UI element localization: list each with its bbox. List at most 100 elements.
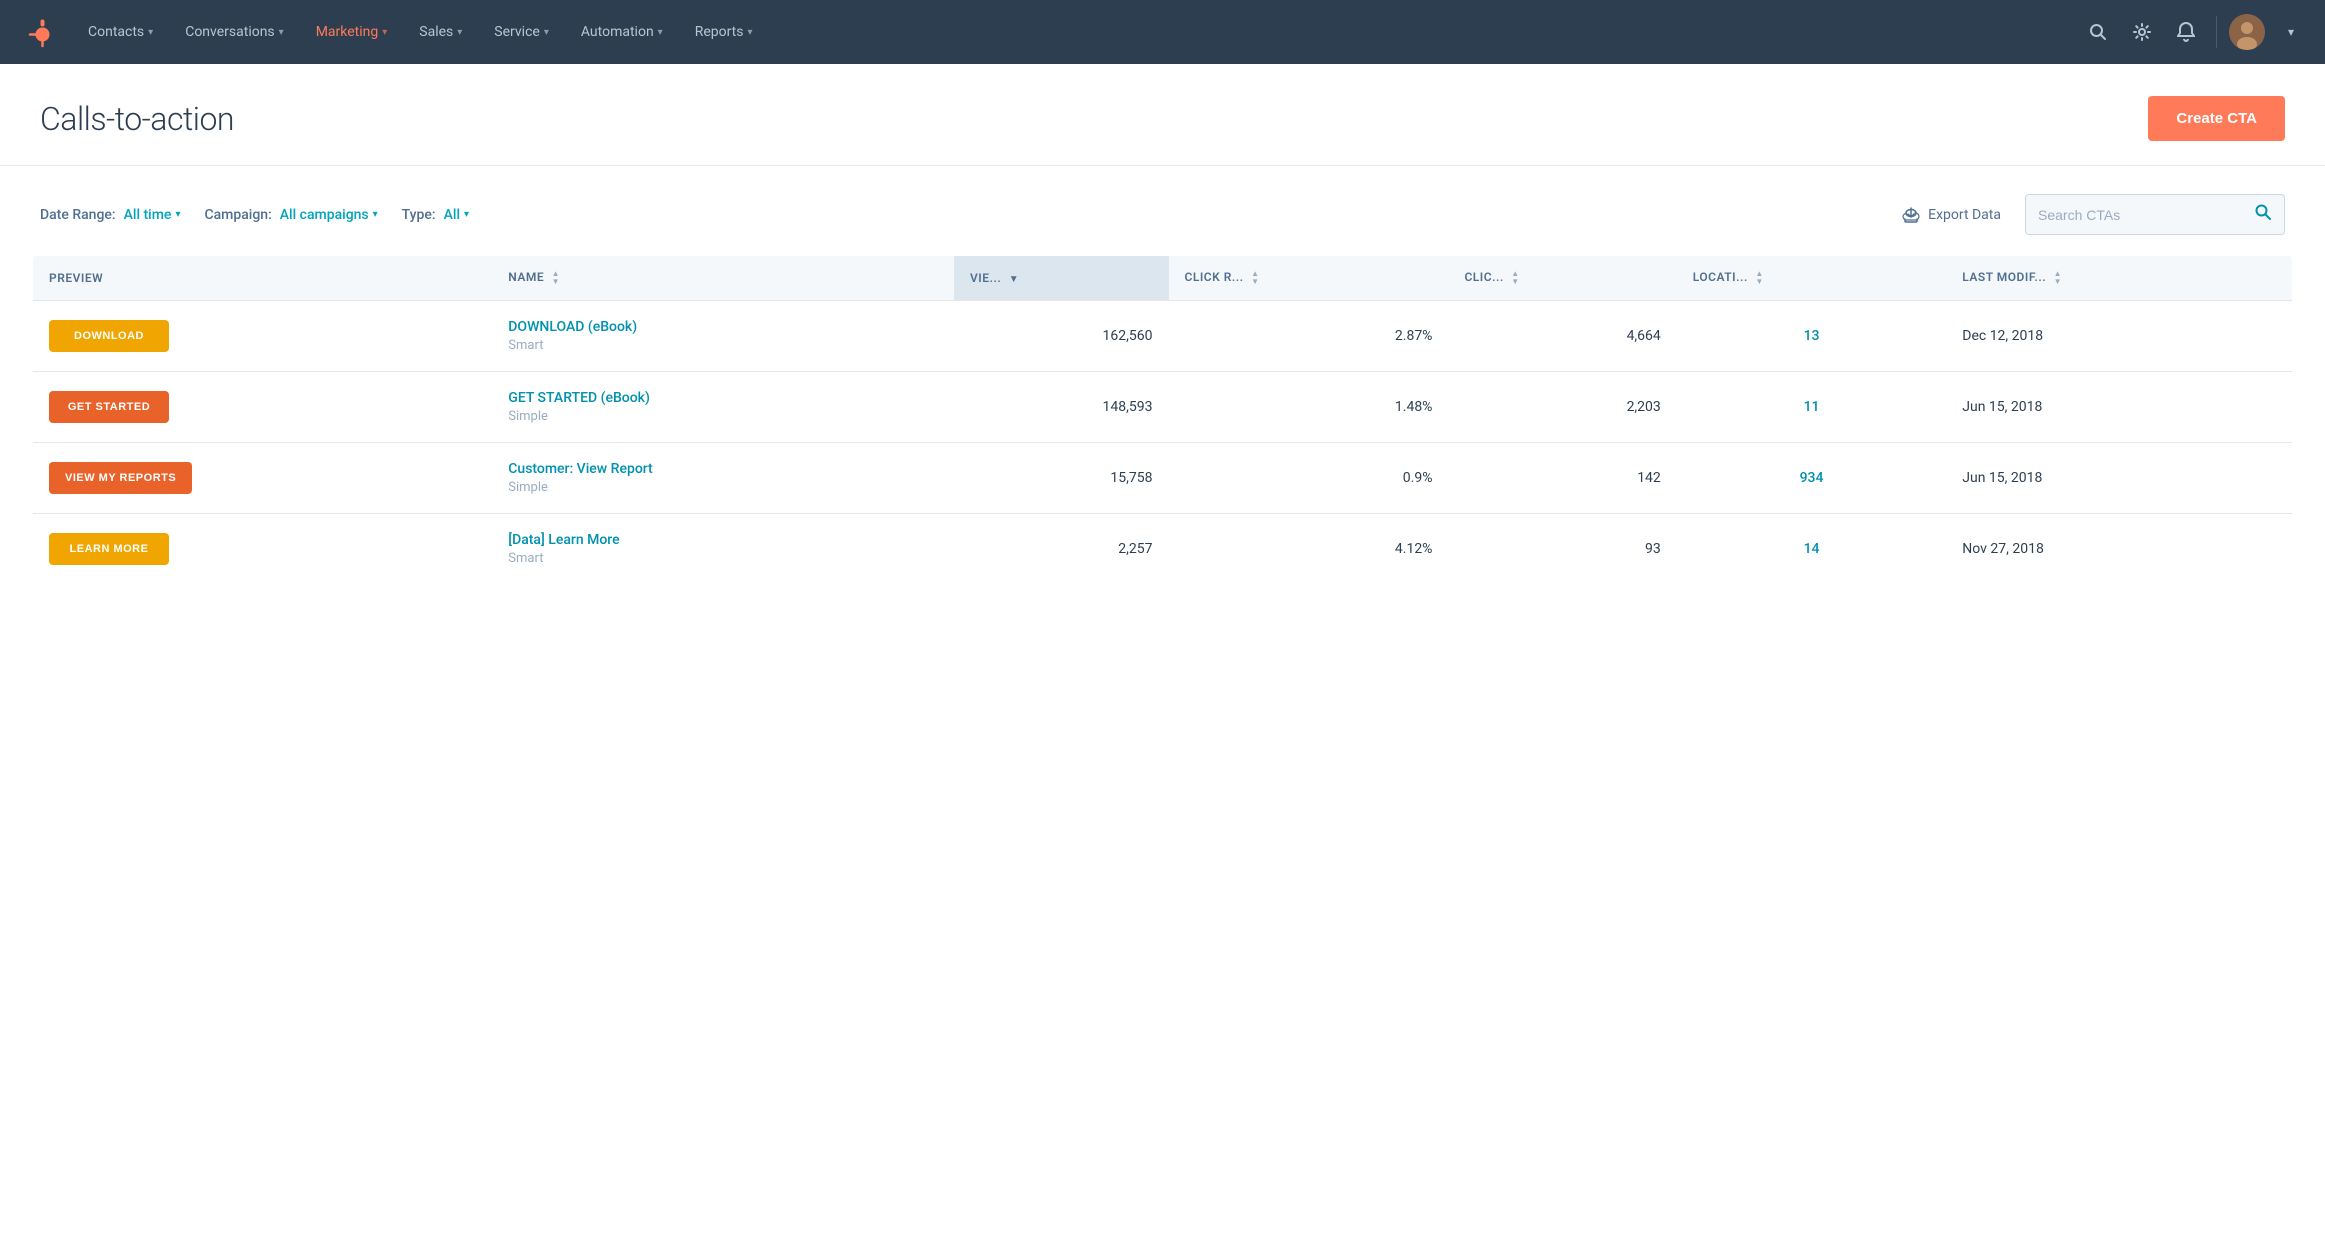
cell-last-modified-2: Jun 15, 2018 — [1946, 443, 2292, 514]
date-range-select[interactable]: All time ▾ — [124, 207, 181, 223]
chevron-down-icon: ▾ — [175, 209, 180, 220]
settings-icon-button[interactable] — [2124, 14, 2160, 50]
cta-name-link-1[interactable]: GET STARTED (eBook) — [508, 390, 938, 406]
cell-preview-2: VIEW MY REPORTS — [33, 443, 493, 514]
location-link-3[interactable]: 14 — [1804, 541, 1820, 557]
cell-locations-2: 934 — [1677, 443, 1946, 514]
cta-type-3: Smart — [508, 551, 543, 566]
cta-name-link-3[interactable]: [Data] Learn More — [508, 532, 938, 548]
chevron-down-icon: ▾ — [382, 27, 387, 38]
cell-name-3: [Data] Learn More Smart — [492, 514, 954, 585]
search-icon[interactable] — [2254, 203, 2272, 226]
cell-last-modified-1: Jun 15, 2018 — [1946, 372, 2292, 443]
chevron-down-icon: ▾ — [658, 27, 663, 38]
navbar: Contacts ▾ Conversations ▾ Marketing ▾ S… — [0, 0, 2325, 64]
cell-views-2: 15,758 — [954, 443, 1168, 514]
table-row: GET STARTED GET STARTED (eBook) Simple 1… — [33, 372, 2293, 443]
cell-click-rate-0: 2.87% — [1169, 301, 1449, 372]
campaign-filter: Campaign: All campaigns ▾ — [204, 207, 377, 223]
cta-name-link-0[interactable]: DOWNLOAD (eBook) — [508, 319, 938, 335]
chevron-down-icon: ▾ — [279, 27, 284, 38]
campaign-select[interactable]: All campaigns ▾ — [280, 207, 378, 223]
sort-icons-locations: ▲▼ — [1755, 270, 1763, 286]
table-container: PREVIEW NAME ▲▼ VIE... ▼ CLICK R... — [0, 255, 2325, 617]
location-link-2[interactable]: 934 — [1800, 470, 1824, 486]
preview-button-2[interactable]: VIEW MY REPORTS — [49, 462, 192, 494]
nav-item-conversations[interactable]: Conversations ▾ — [169, 0, 300, 64]
chevron-down-icon: ▾ — [373, 209, 378, 220]
col-header-last-modified[interactable]: LAST MODIF... ▲▼ — [1946, 256, 2292, 301]
user-avatar[interactable] — [2229, 14, 2265, 50]
sort-icons-name: ▲▼ — [552, 270, 560, 286]
filters-row: Date Range: All time ▾ Campaign: All cam… — [0, 166, 2325, 255]
type-select[interactable]: All ▾ — [444, 207, 469, 223]
page-header: Calls-to-action Create CTA — [0, 64, 2325, 166]
cell-clicks-1: 2,203 — [1448, 372, 1676, 443]
cell-preview-0: DOWNLOAD — [33, 301, 493, 372]
cell-name-0: DOWNLOAD (eBook) Smart — [492, 301, 954, 372]
preview-button-0[interactable]: DOWNLOAD — [49, 320, 169, 352]
search-icon-button[interactable] — [2080, 14, 2116, 50]
hubspot-logo[interactable] — [16, 16, 64, 48]
date-range-label: Date Range: — [40, 207, 116, 223]
col-header-views[interactable]: VIE... ▼ — [954, 256, 1168, 301]
preview-button-3[interactable]: LEARN MORE — [49, 533, 169, 565]
cta-type-0: Smart — [508, 338, 543, 353]
preview-button-1[interactable]: GET STARTED — [49, 391, 169, 423]
cta-table: PREVIEW NAME ▲▼ VIE... ▼ CLICK R... — [32, 255, 2293, 585]
cell-click-rate-3: 4.12% — [1169, 514, 1449, 585]
sort-desc-icon: ▼ — [1009, 274, 1019, 285]
search-input[interactable] — [2038, 207, 2246, 223]
col-header-clicks[interactable]: CLIC... ▲▼ — [1448, 256, 1676, 301]
sort-icons-modified: ▲▼ — [2054, 270, 2062, 286]
cell-views-3: 2,257 — [954, 514, 1168, 585]
export-icon — [1902, 206, 1920, 224]
nav-item-sales[interactable]: Sales ▾ — [403, 0, 478, 64]
date-range-filter: Date Range: All time ▾ — [40, 207, 180, 223]
nav-items: Contacts ▾ Conversations ▾ Marketing ▾ S… — [72, 0, 2080, 64]
nav-item-marketing[interactable]: Marketing ▾ — [300, 0, 404, 64]
nav-item-reports[interactable]: Reports ▾ — [679, 0, 769, 64]
chevron-down-icon: ▾ — [544, 27, 549, 38]
main-content: Calls-to-action Create CTA Date Range: A… — [0, 64, 2325, 1233]
sort-icons-clicks: ▲▼ — [1511, 270, 1519, 286]
location-link-1[interactable]: 11 — [1804, 399, 1820, 415]
cell-name-1: GET STARTED (eBook) Simple — [492, 372, 954, 443]
cell-views-0: 162,560 — [954, 301, 1168, 372]
cell-preview-1: GET STARTED — [33, 372, 493, 443]
cell-click-rate-1: 1.48% — [1169, 372, 1449, 443]
nav-right: ▾ — [2080, 14, 2309, 50]
create-cta-button[interactable]: Create CTA — [2148, 96, 2285, 141]
col-header-click-rate[interactable]: CLICK R... ▲▼ — [1169, 256, 1449, 301]
chevron-down-icon: ▾ — [748, 27, 753, 38]
type-filter: Type: All ▾ — [402, 207, 469, 223]
notifications-icon-button[interactable] — [2168, 14, 2204, 50]
col-header-preview: PREVIEW — [33, 256, 493, 301]
nav-item-contacts[interactable]: Contacts ▾ — [72, 0, 169, 64]
search-box — [2025, 194, 2285, 235]
nav-item-automation[interactable]: Automation ▾ — [565, 0, 679, 64]
cta-type-1: Simple — [508, 409, 548, 424]
campaign-label: Campaign: — [204, 207, 271, 223]
export-data-button[interactable]: Export Data — [1902, 206, 2001, 224]
cta-type-2: Simple — [508, 480, 548, 495]
cell-clicks-0: 4,664 — [1448, 301, 1676, 372]
table-header-row: PREVIEW NAME ▲▼ VIE... ▼ CLICK R... — [33, 256, 2293, 301]
cell-preview-3: LEARN MORE — [33, 514, 493, 585]
cell-locations-1: 11 — [1677, 372, 1946, 443]
col-header-locations[interactable]: LOCATI... ▲▼ — [1677, 256, 1946, 301]
nav-item-service[interactable]: Service ▾ — [478, 0, 565, 64]
cell-last-modified-0: Dec 12, 2018 — [1946, 301, 2292, 372]
table-row: VIEW MY REPORTS Customer: View Report Si… — [33, 443, 2293, 514]
cell-name-2: Customer: View Report Simple — [492, 443, 954, 514]
user-menu-chevron[interactable]: ▾ — [2273, 14, 2309, 50]
cell-views-1: 148,593 — [954, 372, 1168, 443]
location-link-0[interactable]: 13 — [1804, 328, 1820, 344]
chevron-down-icon: ▾ — [148, 27, 153, 38]
col-header-name[interactable]: NAME ▲▼ — [492, 256, 954, 301]
cell-click-rate-2: 0.9% — [1169, 443, 1449, 514]
cta-name-link-2[interactable]: Customer: View Report — [508, 461, 938, 477]
sort-icons-clickrate: ▲▼ — [1251, 270, 1259, 286]
nav-divider — [2216, 16, 2217, 48]
cell-locations-3: 14 — [1677, 514, 1946, 585]
